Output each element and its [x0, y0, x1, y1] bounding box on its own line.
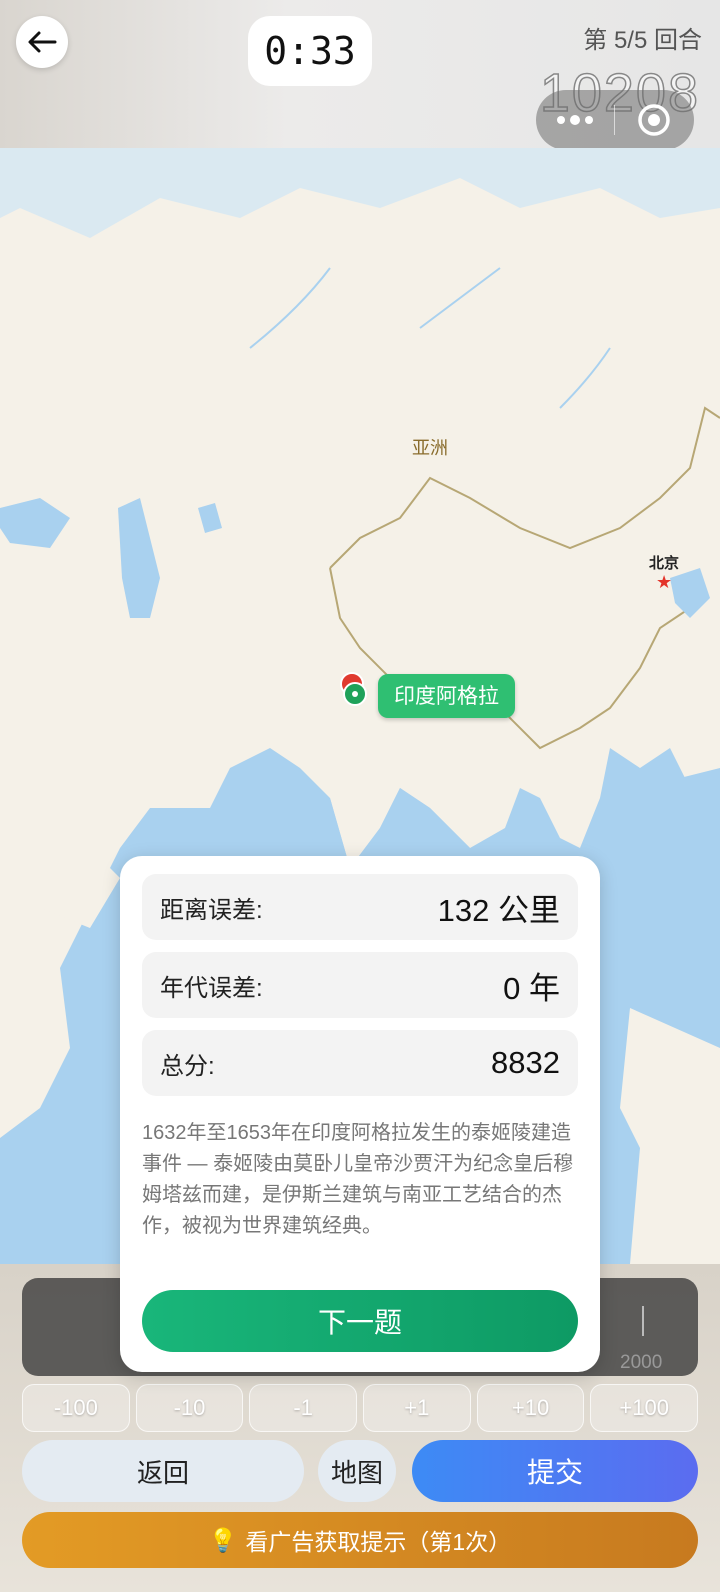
step-plus-1-button[interactable]: +1	[363, 1384, 471, 1432]
back-button[interactable]	[16, 16, 68, 68]
round-score-value: 8832	[491, 1045, 560, 1080]
total-score-row: 总分: 8832	[142, 1030, 578, 1096]
more-dots-icon	[557, 115, 593, 125]
back-arrow-icon	[28, 31, 57, 53]
lightbulb-icon: 💡	[208, 1526, 238, 1553]
close-mini-program-button[interactable]	[615, 102, 693, 138]
top-bar: 0:33 第 5/5 回合 10208	[0, 0, 720, 150]
year-error-value: 0 年	[503, 970, 560, 1006]
return-button[interactable]: 返回	[22, 1440, 304, 1502]
city-label: 北京	[649, 555, 680, 572]
step-plus-100-button[interactable]: +100	[590, 1384, 699, 1432]
step-minus-10-button[interactable]: -10	[135, 1384, 244, 1432]
distance-error-label: 距离误差:	[160, 896, 263, 924]
map-button[interactable]: 地图	[318, 1440, 396, 1502]
round-score-label: 总分:	[160, 1052, 215, 1080]
continent-label: 亚洲	[412, 438, 448, 458]
more-button[interactable]	[536, 114, 614, 126]
step-plus-10-button[interactable]: +10	[476, 1384, 585, 1432]
year-error-row: 年代误差: 0 年	[142, 952, 578, 1018]
step-minus-1-button[interactable]: -1	[249, 1384, 358, 1432]
year-slider-tick	[642, 1306, 644, 1336]
year-step-buttons: -100 -10 -1 +1 +10 +100	[22, 1384, 699, 1432]
round-indicator: 第 5/5 回合	[583, 27, 702, 54]
mini-program-capsule	[536, 90, 694, 150]
distance-error-row: 距离误差: 132 公里	[142, 874, 578, 940]
answer-pin	[343, 682, 367, 706]
year-slider-end-label: 2000	[620, 1352, 663, 1373]
countdown-timer: 0:33	[248, 16, 372, 86]
year-error-label: 年代误差:	[160, 974, 263, 1002]
answer-location-tag: 印度阿格拉	[378, 674, 515, 718]
next-question-button[interactable]: 下一题	[142, 1290, 578, 1352]
result-card: 距离误差: 132 公里 年代误差: 0 年 总分: 8832 1632年至16…	[120, 856, 600, 1372]
submit-button[interactable]: 提交	[412, 1440, 698, 1502]
ad-hint-label: 看广告获取提示（第1次）	[245, 1529, 512, 1555]
record-icon	[638, 104, 670, 136]
capital-star-icon: ★	[656, 572, 673, 592]
event-description: 1632年至1653年在印度阿格拉发生的泰姬陵建造事件 — 泰姬陵由莫卧儿皇帝沙…	[142, 1122, 574, 1237]
watch-ad-hint-button[interactable]: 💡 看广告获取提示（第1次）	[22, 1512, 698, 1568]
step-minus-100-button[interactable]: -100	[22, 1384, 130, 1432]
action-buttons: 返回 地图 提交	[22, 1440, 698, 1502]
distance-error-value: 132 公里	[437, 892, 560, 928]
